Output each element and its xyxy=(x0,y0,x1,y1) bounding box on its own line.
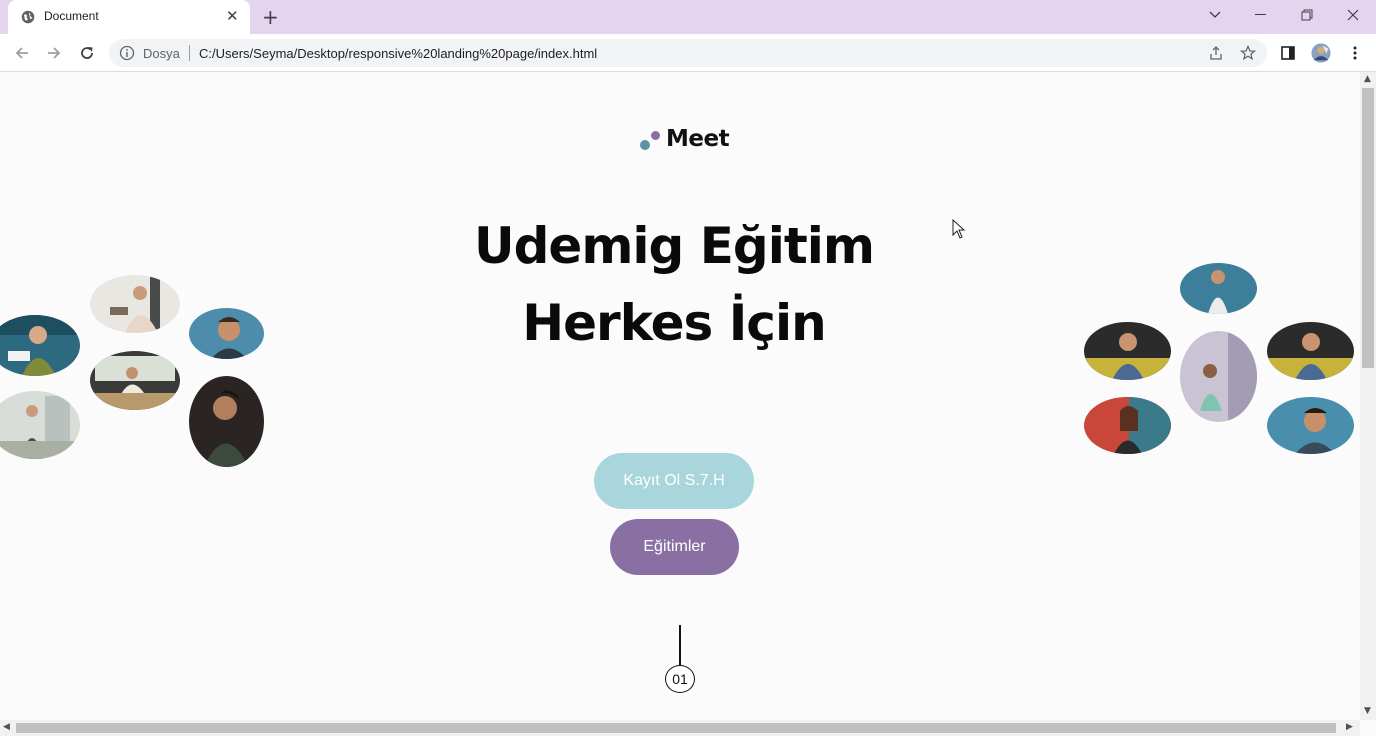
back-icon[interactable] xyxy=(10,41,34,65)
horizontal-scrollbar[interactable]: ◀ ▶ xyxy=(0,720,1360,736)
courses-button[interactable]: Eğitimler xyxy=(610,519,739,575)
landing-page: Meet Udemig Eğitim Herkes İçin Kayıt Ol … xyxy=(0,72,1360,720)
person-photo xyxy=(1267,397,1354,454)
browser-toolbar: Dosya C:/Users/Seyma/Desktop/responsive%… xyxy=(0,34,1376,72)
person-photo xyxy=(90,275,180,333)
plus-icon[interactable]: + xyxy=(262,5,279,29)
person-photo xyxy=(189,376,264,467)
vertical-scroll-thumb[interactable] xyxy=(1362,88,1374,368)
tab-document[interactable]: Document ✕ xyxy=(8,0,250,34)
minimize-icon[interactable] xyxy=(1238,0,1284,30)
address-separator xyxy=(189,45,190,61)
person-photo xyxy=(0,391,80,459)
person-photo xyxy=(1084,322,1171,380)
address-bar[interactable]: Dosya C:/Users/Seyma/Desktop/responsive%… xyxy=(109,39,1267,67)
scroll-indicator-line xyxy=(679,625,681,665)
menu-icon[interactable] xyxy=(1345,43,1365,63)
person-photo xyxy=(1180,331,1257,422)
mouse-cursor-icon xyxy=(952,219,966,239)
profile-avatar[interactable] xyxy=(1311,43,1331,63)
scroll-left-icon[interactable]: ◀ xyxy=(3,722,10,732)
person-photo xyxy=(1084,397,1171,454)
info-icon[interactable] xyxy=(119,45,135,61)
register-button[interactable]: Kayıt Ol S.7.H xyxy=(594,453,754,509)
logo-dot-purple xyxy=(651,131,660,140)
logo-text: Meet xyxy=(666,126,730,152)
person-photo xyxy=(90,351,180,410)
scroll-up-icon[interactable]: ▲ xyxy=(1364,74,1371,84)
logo-dot-teal xyxy=(640,140,650,150)
star-icon[interactable] xyxy=(1240,45,1256,61)
person-photo xyxy=(189,308,264,359)
forward-icon[interactable] xyxy=(42,41,66,65)
share-icon[interactable] xyxy=(1208,45,1224,61)
scroll-down-icon[interactable]: ▼ xyxy=(1364,706,1371,716)
tab-strip: Document ✕ + xyxy=(0,0,1376,34)
scroll-right-icon[interactable]: ▶ xyxy=(1346,722,1353,732)
side-panel-icon[interactable] xyxy=(1278,43,1298,63)
hero-headline-line1: Udemig Eğitim xyxy=(474,217,875,275)
close-icon[interactable]: ✕ xyxy=(226,8,239,24)
window-close-icon[interactable] xyxy=(1330,0,1376,30)
chevron-down-icon[interactable] xyxy=(1192,0,1238,30)
vertical-scrollbar[interactable]: ▲ ▼ xyxy=(1360,72,1376,720)
restore-icon[interactable] xyxy=(1284,0,1330,30)
person-photo xyxy=(0,315,80,376)
tab-title: Document xyxy=(44,9,99,23)
address-prefix: Dosya xyxy=(143,46,180,61)
reload-icon[interactable] xyxy=(75,41,99,65)
horizontal-scroll-thumb[interactable] xyxy=(16,723,1336,733)
person-photo xyxy=(1267,322,1354,380)
page-number-badge: 01 xyxy=(665,665,695,693)
url-text[interactable]: C:/Users/Seyma/Desktop/responsive%20land… xyxy=(199,46,597,61)
globe-icon xyxy=(21,10,35,24)
hero-headline-line2: Herkes İçin xyxy=(522,294,826,352)
person-photo xyxy=(1180,263,1257,314)
